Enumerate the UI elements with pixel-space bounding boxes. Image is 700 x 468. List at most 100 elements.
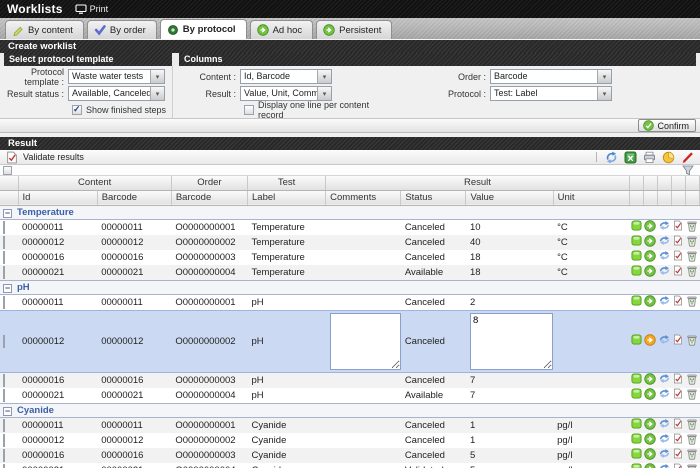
row-checkbox[interactable] bbox=[3, 389, 5, 402]
validate-icon[interactable] bbox=[673, 433, 683, 444]
tab-persistent[interactable]: Persistent bbox=[316, 20, 392, 39]
collapse-group-icon[interactable]: − bbox=[3, 209, 12, 218]
redo-icon[interactable] bbox=[658, 373, 671, 384]
execute-step-icon[interactable] bbox=[644, 250, 656, 262]
row-checkbox[interactable] bbox=[3, 464, 5, 468]
collapse-group-icon[interactable]: − bbox=[3, 284, 12, 293]
confirm-button[interactable]: Confirm bbox=[638, 119, 696, 132]
content-columns-select[interactable]: Id, Barcode ▾ bbox=[240, 69, 332, 84]
delete-icon[interactable] bbox=[686, 373, 698, 385]
delete-icon[interactable] bbox=[686, 265, 698, 277]
status-led-icon[interactable] bbox=[631, 250, 642, 261]
chevron-down-icon[interactable]: ▾ bbox=[317, 87, 331, 100]
row-checkbox[interactable] bbox=[3, 449, 5, 462]
status-led-icon[interactable] bbox=[631, 448, 642, 459]
execute-step-icon[interactable] bbox=[644, 373, 656, 385]
row-checkbox[interactable] bbox=[3, 251, 5, 264]
tab-by-order[interactable]: By order bbox=[87, 20, 157, 39]
select-all-checkbox[interactable] bbox=[3, 166, 12, 175]
validate-icon[interactable] bbox=[673, 334, 683, 345]
comments-editor[interactable] bbox=[330, 313, 401, 370]
status-led-icon[interactable] bbox=[631, 220, 642, 231]
chevron-down-icon[interactable]: ▾ bbox=[150, 70, 164, 83]
row-checkbox[interactable] bbox=[3, 335, 5, 348]
validate-icon[interactable] bbox=[673, 235, 683, 246]
validate-icon[interactable] bbox=[673, 388, 683, 399]
delete-icon[interactable] bbox=[686, 463, 698, 468]
status-led-icon[interactable] bbox=[631, 463, 642, 468]
status-led-icon[interactable] bbox=[631, 388, 642, 399]
status-led-icon[interactable] bbox=[631, 373, 642, 384]
status-led-icon[interactable] bbox=[631, 433, 642, 444]
validate-icon[interactable] bbox=[673, 220, 683, 231]
print-button[interactable]: Print bbox=[75, 4, 109, 14]
row-checkbox[interactable] bbox=[3, 374, 5, 387]
redo-icon[interactable] bbox=[658, 448, 671, 459]
validate-icon[interactable] bbox=[673, 448, 683, 459]
validate-icon[interactable] bbox=[673, 295, 683, 306]
execute-step-icon[interactable] bbox=[644, 295, 656, 307]
status-led-icon[interactable] bbox=[631, 334, 642, 345]
row-checkbox[interactable] bbox=[3, 434, 5, 447]
show-finished-steps-checkbox[interactable] bbox=[72, 105, 82, 115]
chevron-down-icon[interactable]: ▾ bbox=[150, 87, 164, 100]
row-checkbox[interactable] bbox=[3, 419, 5, 432]
status-led-icon[interactable] bbox=[631, 235, 642, 246]
execute-step-icon[interactable] bbox=[644, 388, 656, 400]
protocol-columns-select[interactable]: Test: Label ▾ bbox=[490, 86, 612, 101]
redo-icon[interactable] bbox=[658, 388, 671, 399]
protocol-template-select[interactable]: Waste water tests ▾ bbox=[68, 69, 165, 84]
redo-icon[interactable] bbox=[658, 418, 671, 429]
execute-step-icon[interactable] bbox=[644, 418, 656, 430]
redo-icon[interactable] bbox=[658, 463, 671, 468]
tab-ad-hoc[interactable]: Ad hoc bbox=[250, 20, 314, 39]
redo-icon[interactable] bbox=[658, 220, 671, 231]
row-checkbox[interactable] bbox=[3, 236, 5, 249]
status-led-icon[interactable] bbox=[631, 418, 642, 429]
excel-export-icon[interactable] bbox=[624, 151, 637, 164]
result-status-select[interactable]: Available, Canceled, Valid ▾ bbox=[68, 86, 165, 101]
delete-icon[interactable] bbox=[686, 334, 698, 346]
row-checkbox[interactable] bbox=[3, 296, 5, 309]
validate-icon[interactable] bbox=[673, 373, 683, 384]
delete-icon[interactable] bbox=[686, 448, 698, 460]
result-columns-select[interactable]: Value, Unit, Comments, S ▾ bbox=[240, 86, 332, 101]
delete-icon[interactable] bbox=[686, 235, 698, 247]
chevron-down-icon[interactable]: ▾ bbox=[597, 87, 611, 100]
execute-step-icon[interactable] bbox=[644, 235, 656, 247]
redo-icon[interactable] bbox=[658, 250, 671, 261]
delete-icon[interactable] bbox=[686, 418, 698, 430]
filter-funnel-icon[interactable] bbox=[682, 165, 694, 176]
redo-icon[interactable] bbox=[658, 433, 671, 444]
execute-step-icon[interactable] bbox=[644, 448, 656, 460]
execute-step-icon[interactable] bbox=[644, 334, 656, 346]
redo-icon[interactable] bbox=[658, 265, 671, 276]
delete-icon[interactable] bbox=[686, 250, 698, 262]
print-report-icon[interactable] bbox=[643, 151, 656, 164]
validate-icon[interactable] bbox=[673, 250, 683, 261]
order-columns-select[interactable]: Barcode ▾ bbox=[490, 69, 612, 84]
delete-icon[interactable] bbox=[686, 295, 698, 307]
execute-step-icon[interactable] bbox=[644, 433, 656, 445]
chevron-down-icon[interactable]: ▾ bbox=[597, 70, 611, 83]
tab-by-protocol[interactable]: By protocol bbox=[160, 19, 247, 39]
execute-step-icon[interactable] bbox=[644, 463, 656, 468]
delete-icon[interactable] bbox=[686, 433, 698, 445]
clear-filter-icon[interactable] bbox=[681, 151, 694, 164]
validate-icon[interactable] bbox=[673, 418, 683, 429]
value-editor[interactable]: 8 bbox=[470, 313, 553, 370]
row-checkbox[interactable] bbox=[3, 221, 5, 234]
status-led-icon[interactable] bbox=[631, 295, 642, 306]
execute-step-icon[interactable] bbox=[644, 265, 656, 277]
chevron-down-icon[interactable]: ▾ bbox=[317, 70, 331, 83]
collapse-group-icon[interactable]: − bbox=[3, 407, 12, 416]
statistics-icon[interactable] bbox=[662, 151, 675, 164]
delete-icon[interactable] bbox=[686, 388, 698, 400]
row-checkbox[interactable] bbox=[3, 266, 5, 279]
refresh-icon[interactable] bbox=[605, 151, 618, 164]
execute-step-icon[interactable] bbox=[644, 220, 656, 232]
delete-icon[interactable] bbox=[686, 220, 698, 232]
validate-results-button[interactable]: Validate results bbox=[6, 151, 84, 164]
status-led-icon[interactable] bbox=[631, 265, 642, 276]
redo-icon[interactable] bbox=[658, 334, 671, 345]
